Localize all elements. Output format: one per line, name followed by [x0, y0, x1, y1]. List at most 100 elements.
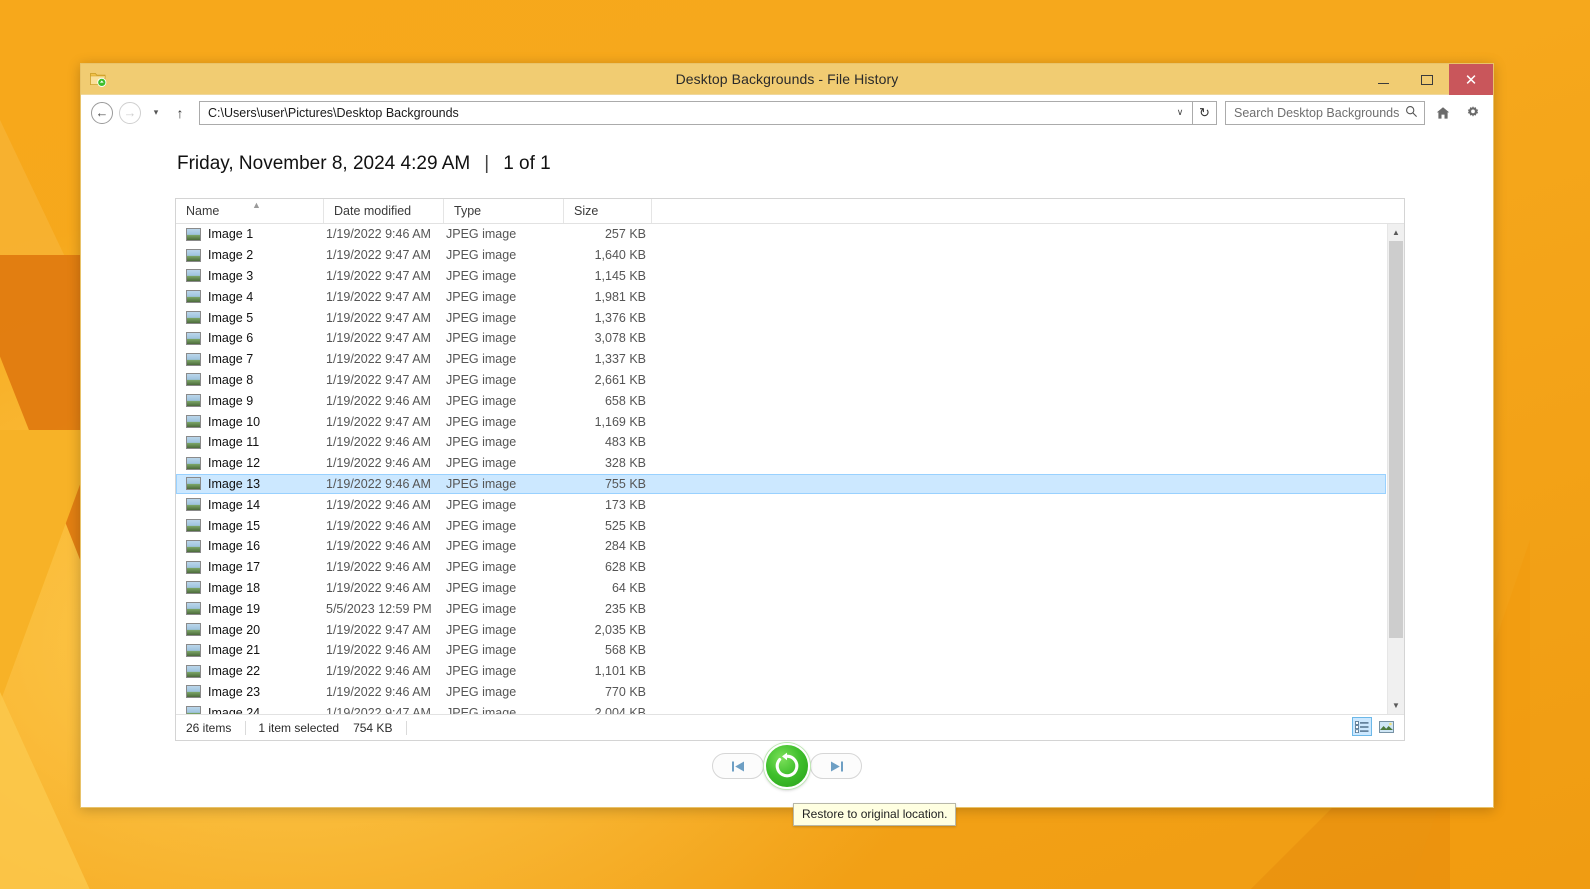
scroll-down-icon[interactable]: ▼ — [1388, 697, 1404, 714]
scrollbar-track[interactable] — [1388, 241, 1404, 697]
table-row[interactable]: Image 9 1/19/2022 9:46 AM JPEG image 658 KB — [176, 390, 1386, 411]
status-selection: 1 item selected — [258, 720, 340, 735]
column-header-type[interactable]: Type — [444, 199, 564, 223]
cell-size: 755 KB — [604, 476, 646, 491]
next-icon — [830, 761, 843, 771]
cell-file-name: Image 7 — [186, 352, 326, 366]
address-toolbar: ← → ▾ ↑ C:\Users\user\Pictures\Desktop B… — [81, 95, 1493, 131]
table-row[interactable]: Image 16 1/19/2022 9:46 AM JPEG image 284 K… — [176, 536, 1386, 557]
image-file-icon — [186, 685, 201, 699]
cell-size: 2,035 KB — [594, 622, 646, 637]
table-row[interactable]: Image 23 1/19/2022 9:46 AM JPEG image 770 K… — [176, 682, 1386, 703]
cell-type: JPEG image — [446, 435, 517, 450]
cell-date-modified: 5/5/2023 12:59 PM — [326, 601, 432, 616]
image-file-icon — [186, 602, 201, 616]
table-row[interactable]: Image 8 1/19/2022 9:47 AM JPEG image 2,661 … — [176, 370, 1386, 391]
cell-size: 1,376 KB — [594, 310, 646, 325]
back-icon[interactable]: ← — [91, 101, 113, 124]
file-name-label: Image 23 — [208, 684, 261, 699]
table-row[interactable]: Image 24 1/19/2022 9:47 AM JPEG image 2,004… — [176, 702, 1386, 714]
vertical-scrollbar[interactable]: ▲ ▼ — [1387, 224, 1404, 714]
cell-type: JPEG image — [446, 601, 517, 616]
forward-icon[interactable]: → — [119, 101, 141, 124]
table-row[interactable]: Image 15 1/19/2022 9:46 AM JPEG image 525 K… — [176, 515, 1386, 536]
maximize-button[interactable] — [1405, 64, 1449, 95]
table-row[interactable]: Image 1 1/19/2022 9:46 AM JPEG image 257 KB — [176, 224, 1386, 245]
column-header-size[interactable]: Size — [564, 199, 652, 223]
scrollbar-thumb[interactable] — [1389, 241, 1403, 638]
home-icon[interactable] — [1431, 101, 1455, 125]
image-file-icon — [186, 477, 201, 491]
search-input[interactable] — [1234, 105, 1403, 120]
cell-date-modified: 1/19/2022 9:46 AM — [326, 476, 431, 491]
image-file-icon — [186, 623, 201, 637]
table-row[interactable]: Image 5 1/19/2022 9:47 AM JPEG image 1,376 … — [176, 307, 1386, 328]
file-name-label: Image 14 — [208, 497, 261, 512]
cell-date-modified: 1/19/2022 9:47 AM — [326, 414, 431, 429]
next-version-button[interactable] — [810, 753, 862, 779]
image-file-icon — [186, 581, 201, 595]
table-row[interactable]: Image 12 1/19/2022 9:46 AM JPEG image 328 K… — [176, 453, 1386, 474]
cell-file-name: Image 2 — [186, 248, 326, 262]
cell-date-modified: 1/19/2022 9:47 AM — [326, 310, 431, 325]
search-icon[interactable] — [1403, 105, 1420, 121]
file-list-pane: Name ▲ Date modified Type Size Image 1 1/… — [175, 198, 1405, 741]
table-row[interactable]: Image 3 1/19/2022 9:47 AM JPEG image 1,145 … — [176, 266, 1386, 287]
cell-file-name: Image 24 — [186, 706, 326, 714]
cell-type: JPEG image — [446, 227, 517, 242]
table-row[interactable]: Image 22 1/19/2022 9:46 AM JPEG image 1,101… — [176, 661, 1386, 682]
column-header-date-modified[interactable]: Date modified — [324, 199, 444, 223]
cell-size: 525 KB — [604, 518, 646, 533]
up-arrow-icon[interactable]: ↑ — [169, 102, 191, 124]
image-file-icon — [186, 227, 201, 241]
minimize-button[interactable] — [1361, 64, 1405, 95]
recent-locations-chevron-down-icon[interactable]: ▾ — [147, 102, 165, 124]
search-box[interactable] — [1225, 100, 1425, 125]
cell-type: JPEG image — [446, 393, 517, 408]
image-file-icon — [186, 373, 201, 387]
table-row[interactable]: Image 7 1/19/2022 9:47 AM JPEG image 1,337 … — [176, 349, 1386, 370]
table-row[interactable]: Image 10 1/19/2022 9:47 AM JPEG image 1,169… — [176, 411, 1386, 432]
previous-version-button[interactable] — [712, 753, 764, 779]
refresh-icon[interactable]: ↻ — [1193, 100, 1217, 125]
table-row[interactable]: Image 18 1/19/2022 9:46 AM JPEG image 64 KB — [176, 578, 1386, 599]
scroll-up-icon[interactable]: ▲ — [1388, 224, 1404, 241]
table-row[interactable]: Image 14 1/19/2022 9:46 AM JPEG image 173 K… — [176, 494, 1386, 515]
table-row[interactable]: Image 21 1/19/2022 9:46 AM JPEG image 568 K… — [176, 640, 1386, 661]
cell-file-name: Image 14 — [186, 498, 326, 512]
file-name-label: Image 12 — [208, 456, 261, 471]
gear-icon[interactable] — [1461, 101, 1485, 125]
cell-type: JPEG image — [446, 331, 517, 346]
table-row[interactable]: Image 19 5/5/2023 12:59 PM JPEG image 235 K… — [176, 598, 1386, 619]
details-view-button[interactable] — [1352, 717, 1372, 736]
table-row[interactable]: Image 4 1/19/2022 9:47 AM JPEG image 1,981 … — [176, 286, 1386, 307]
thumbnail-view-button[interactable] — [1376, 717, 1396, 736]
status-divider — [406, 720, 408, 735]
cell-file-name: Image 12 — [186, 456, 326, 470]
restore-button[interactable] — [764, 743, 810, 789]
cell-file-name: Image 5 — [186, 311, 326, 325]
address-path-bar[interactable]: C:\Users\user\Pictures\Desktop Backgroun… — [199, 100, 1193, 125]
column-header-name[interactable]: Name ▲ — [176, 199, 324, 223]
table-row[interactable]: Image 20 1/19/2022 9:47 AM JPEG image 2,035… — [176, 619, 1386, 640]
cell-date-modified: 1/19/2022 9:47 AM — [326, 331, 431, 346]
history-timestamp: Friday, November 8, 2024 4:29 AM — [177, 153, 471, 174]
table-row[interactable]: Image 17 1/19/2022 9:46 AM JPEG image 628 K… — [176, 557, 1386, 578]
cell-file-name: Image 1 — [186, 227, 326, 241]
cell-date-modified: 1/19/2022 9:47 AM — [326, 372, 431, 387]
cell-size: 235 KB — [604, 601, 646, 616]
window-title: Desktop Backgrounds - File History — [675, 70, 899, 87]
cell-date-modified: 1/19/2022 9:46 AM — [326, 560, 431, 575]
address-chevron-down-icon[interactable]: ∨ — [1172, 107, 1188, 118]
cell-size: 3,078 KB — [594, 331, 646, 346]
image-file-icon — [186, 415, 201, 429]
table-row[interactable]: Image 6 1/19/2022 9:47 AM JPEG image 3,078 … — [176, 328, 1386, 349]
table-row[interactable]: Image 11 1/19/2022 9:46 AM JPEG image 483 K… — [176, 432, 1386, 453]
cell-date-modified: 1/19/2022 9:46 AM — [326, 456, 431, 471]
table-row[interactable]: Image 2 1/19/2022 9:47 AM JPEG image 1,640 … — [176, 245, 1386, 266]
close-button[interactable]: ✕ — [1449, 64, 1493, 95]
cell-size: 284 KB — [604, 539, 646, 554]
previous-icon — [731, 761, 744, 771]
image-file-icon — [186, 519, 201, 533]
table-row[interactable]: Image 13 1/19/2022 9:46 AM JPEG image 755 K… — [176, 473, 1386, 495]
